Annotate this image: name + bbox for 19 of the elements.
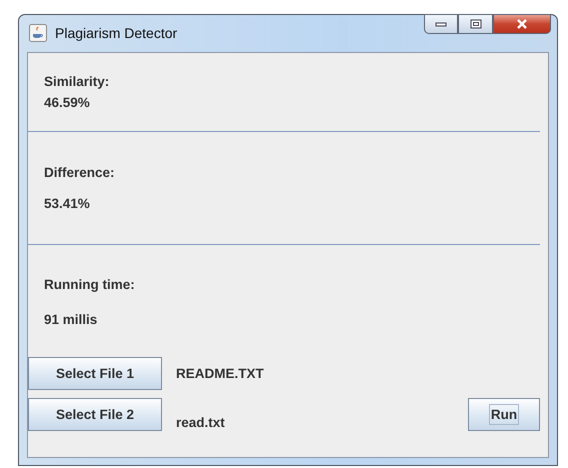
select-file-button[interactable]: Select File 2 xyxy=(28,398,162,431)
run-button[interactable]: Run xyxy=(468,398,540,431)
maximize-button[interactable] xyxy=(458,14,493,34)
result-label: Running time: xyxy=(44,277,136,292)
file-name: README.TXT xyxy=(176,366,264,381)
maximize-icon xyxy=(470,19,482,29)
file-name: read.txt xyxy=(176,415,225,430)
minimize-icon xyxy=(435,20,447,28)
window-title: Plagiarism Detector xyxy=(55,24,178,40)
minimize-button[interactable] xyxy=(424,14,458,34)
result-label: Similarity: xyxy=(44,74,110,89)
select-file-button[interactable]: Select File 1 xyxy=(28,357,162,390)
result-label: Difference: xyxy=(44,165,116,180)
coffee-cup-icon xyxy=(29,24,47,42)
close-icon xyxy=(516,19,528,29)
result-value: 46.59% xyxy=(44,95,91,110)
close-button[interactable] xyxy=(493,14,551,34)
result-value: 91 millis xyxy=(44,312,98,327)
result-value: 53.41% xyxy=(44,196,91,211)
